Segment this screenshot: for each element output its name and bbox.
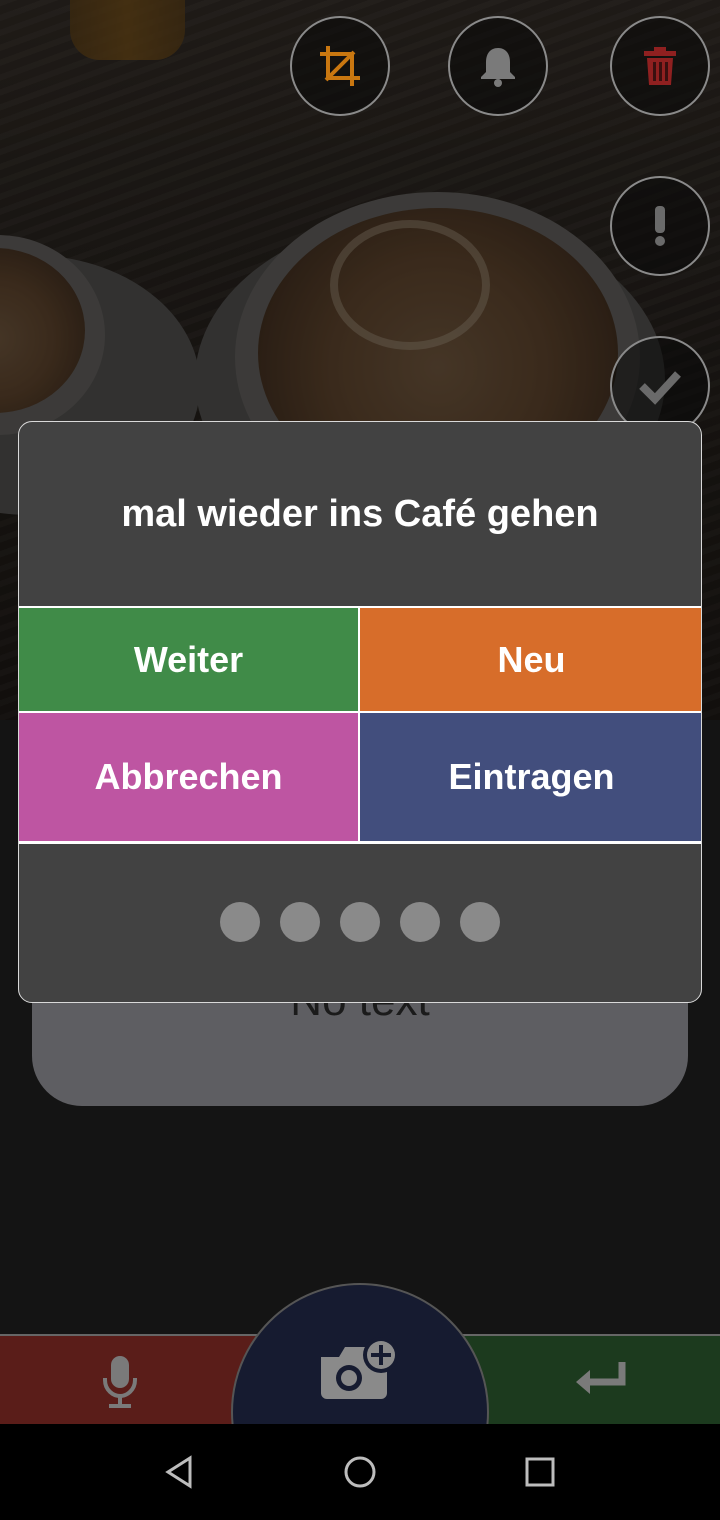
check-icon — [639, 371, 681, 405]
recents-icon[interactable] — [518, 1450, 562, 1494]
bell-icon — [481, 48, 515, 87]
back-icon[interactable] — [158, 1450, 202, 1494]
crop-icon — [320, 46, 360, 86]
exclamation-icon — [655, 206, 665, 246]
camera-add-icon — [321, 1337, 399, 1399]
page-dot — [460, 902, 500, 942]
new-button[interactable]: Neu — [360, 608, 701, 711]
page-indicator — [19, 902, 701, 942]
page-dot — [220, 902, 260, 942]
entry-dialog: mal wieder ins Café gehen Weiter Neu Abb… — [18, 421, 702, 1003]
system-nav-bar — [0, 1424, 720, 1520]
reminder-button[interactable] — [448, 16, 548, 116]
dialog-title: mal wieder ins Café gehen — [121, 492, 599, 535]
page-dot — [400, 902, 440, 942]
enter-button[interactable]: Eintragen — [360, 713, 701, 841]
delete-button[interactable] — [610, 16, 710, 116]
enter-icon — [572, 1358, 632, 1402]
crop-button[interactable] — [290, 16, 390, 116]
microphone-icon — [95, 1354, 145, 1410]
page-dot — [280, 902, 320, 942]
trash-icon — [644, 47, 676, 85]
page-dot — [340, 902, 380, 942]
continue-button[interactable]: Weiter — [19, 608, 358, 711]
dialog-button-grid: Weiter Neu Abbrechen Eintragen — [19, 606, 701, 844]
cancel-button[interactable]: Abbrechen — [19, 713, 358, 841]
important-button[interactable] — [610, 176, 710, 276]
home-icon[interactable] — [338, 1450, 382, 1494]
